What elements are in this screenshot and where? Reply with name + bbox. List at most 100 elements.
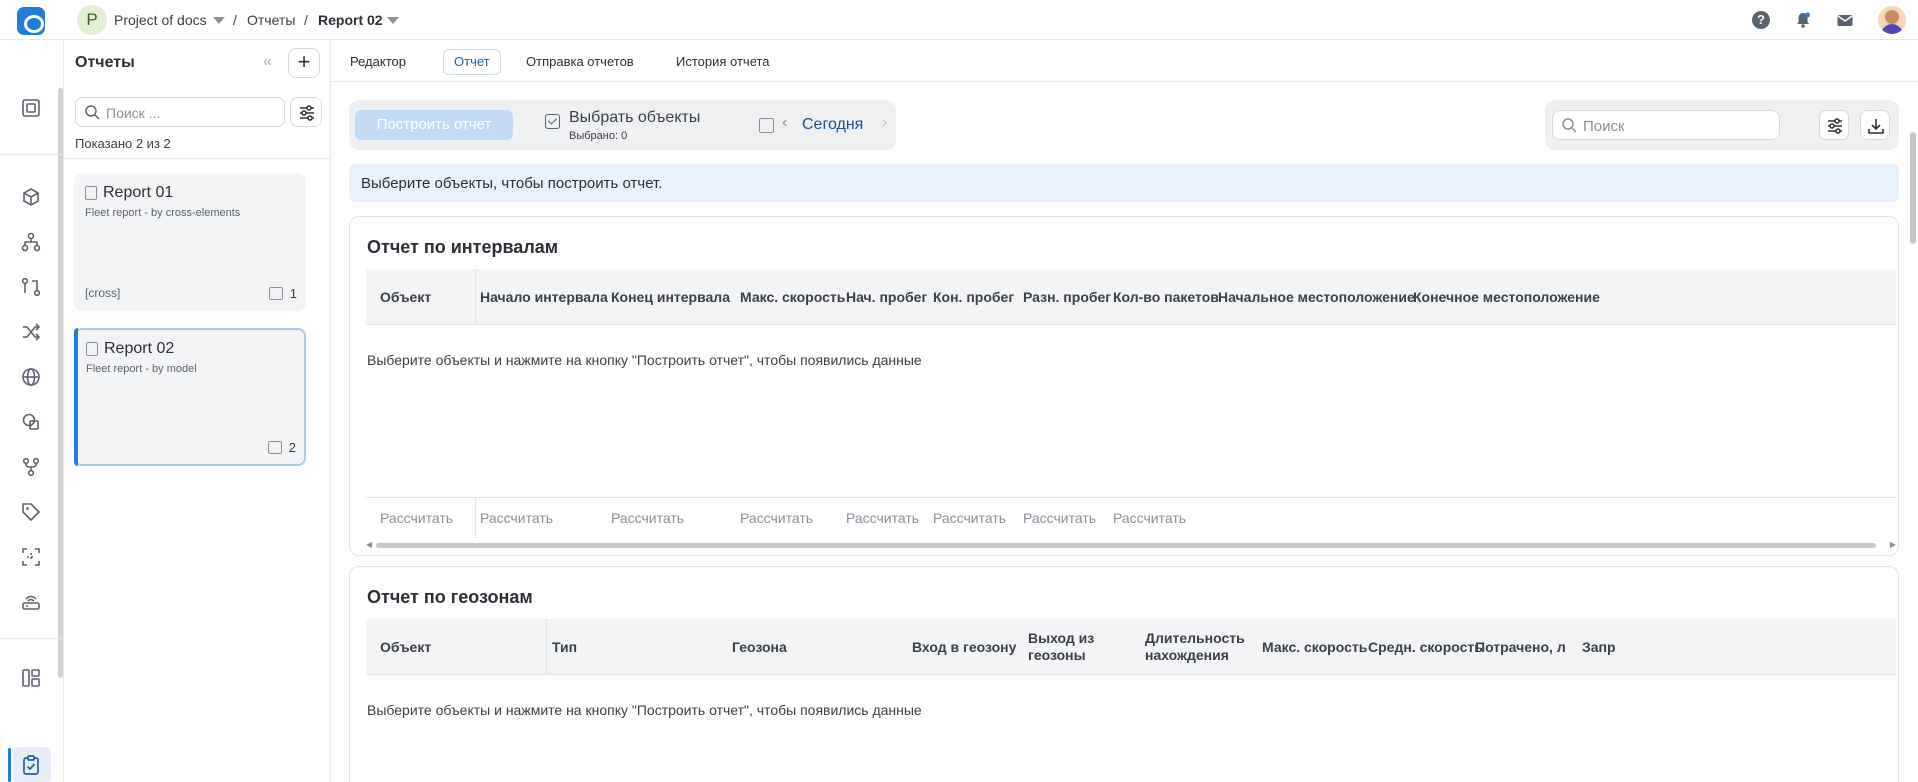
column-header[interactable]: Запр: [1582, 619, 1616, 675]
column-header[interactable]: Начало интервала: [480, 269, 608, 325]
column-divider: [475, 498, 476, 538]
tab-editor[interactable]: Редактор: [339, 49, 417, 75]
column-header[interactable]: Вход в геозону: [912, 619, 1016, 675]
calculate-button[interactable]: Рассчитать: [1023, 510, 1096, 526]
collapse-panel-icon[interactable]: «: [263, 54, 281, 70]
breadcrumb-section[interactable]: Отчеты: [247, 12, 295, 28]
build-report-button[interactable]: Построить отчет: [355, 110, 513, 140]
date-range-picker[interactable]: Сегодня: [802, 116, 863, 134]
clipboard-check-icon[interactable]: [20, 754, 42, 776]
tab-report-sending[interactable]: Отправка отчетов: [515, 49, 645, 75]
report-search-box[interactable]: [75, 97, 285, 127]
calculate-button[interactable]: Рассчитать: [846, 510, 919, 526]
scan-icon[interactable]: [20, 546, 42, 568]
rail-divider: [0, 154, 64, 155]
column-header[interactable]: Средн. скорость: [1368, 619, 1483, 675]
table-header: Объект Начало интервала Конец интервала …: [366, 269, 1896, 325]
column-header[interactable]: Макс. скорость: [740, 269, 845, 325]
breadcrumb-project[interactable]: Project of docs: [114, 12, 207, 28]
mail-icon[interactable]: [1836, 11, 1854, 29]
globe-icon[interactable]: [20, 366, 42, 388]
breadcrumb-current: Report 02: [318, 12, 383, 28]
empty-table-message: Выберите объекты и нажмите на кнопку "По…: [367, 702, 922, 718]
section-title: Отчет по геозонам: [367, 587, 533, 607]
column-divider[interactable]: [475, 269, 476, 325]
left-rail: [0, 40, 64, 782]
calculate-button[interactable]: Рассчитать: [933, 510, 1006, 526]
git-compare-icon[interactable]: [20, 276, 42, 298]
bell-icon[interactable]: [1794, 11, 1812, 29]
report-card[interactable]: Report 01 Fleet report - by cross-elemen…: [74, 173, 306, 311]
calculate-button[interactable]: Рассчитать: [380, 510, 453, 526]
intervals-report-section: Отчет по интервалам Объект Начало интерв…: [349, 216, 1899, 556]
column-header[interactable]: Кон. пробег: [933, 269, 1014, 325]
report-toolbar: Построить отчет Выбрать объекты Выбрано:…: [349, 100, 896, 150]
calendar-icon: [269, 287, 283, 300]
tag-icon[interactable]: [20, 501, 42, 523]
main-scrollbar[interactable]: [1910, 132, 1916, 244]
calculate-button[interactable]: Рассчитать: [480, 510, 553, 526]
chevron-down-icon[interactable]: [387, 17, 399, 24]
monitor-icon[interactable]: [20, 97, 42, 119]
column-header[interactable]: Тип: [552, 619, 577, 675]
report-card-selected[interactable]: Report 02 Fleet report - by model 2: [74, 328, 306, 466]
chevron-down-icon[interactable]: [213, 17, 225, 24]
column-divider[interactable]: [546, 619, 547, 675]
column-header[interactable]: Объект: [380, 269, 431, 325]
tab-report[interactable]: Отчет: [443, 49, 501, 75]
table-header: Объект Тип Геозона Вход в геозону Выход …: [366, 619, 1896, 675]
table-search-input[interactable]: [1583, 116, 1773, 136]
help-icon[interactable]: ?: [1752, 11, 1770, 29]
column-header[interactable]: Объект: [380, 619, 431, 675]
download-button[interactable]: [1860, 110, 1890, 140]
column-header[interactable]: Разн. пробег: [1023, 269, 1111, 325]
sliders-icon: [300, 105, 314, 121]
shuffle-icon[interactable]: [20, 321, 42, 343]
rail-divider: [0, 638, 64, 639]
chevron-right-icon[interactable]: ›: [882, 114, 887, 132]
scroll-left-icon[interactable]: ◀: [366, 540, 372, 549]
app-logo-icon[interactable]: [17, 7, 45, 35]
calendar-icon[interactable]: [759, 118, 774, 133]
column-header[interactable]: Конечное местоположение: [1413, 269, 1600, 325]
info-banner: Выберите объекты, чтобы построить отчет.: [349, 164, 1899, 202]
git-fork-icon[interactable]: [20, 456, 42, 478]
cube-icon[interactable]: [20, 186, 42, 208]
table-settings-button[interactable]: [1819, 110, 1849, 140]
horizontal-scrollbar[interactable]: ◀ ▶: [366, 540, 1896, 550]
report-icon: [86, 342, 98, 356]
report-title: Report 01: [103, 184, 174, 201]
calculate-button[interactable]: Рассчитать: [611, 510, 684, 526]
shapes-icon[interactable]: [20, 411, 42, 433]
breadcrumb-separator: /: [304, 12, 308, 28]
top-bar: P Project of docs / Отчеты / Report 02 ?: [0, 0, 1918, 40]
column-header[interactable]: Кол-во пакетов: [1113, 269, 1219, 325]
column-header[interactable]: Длительность нахождения: [1145, 619, 1245, 675]
filter-button[interactable]: [290, 97, 322, 127]
report-schedule-count: 2: [288, 440, 296, 455]
user-avatar[interactable]: [1878, 6, 1906, 34]
calculate-button[interactable]: Рассчитать: [740, 510, 813, 526]
column-header[interactable]: Геозона: [732, 619, 787, 675]
calculate-button[interactable]: Рассчитать: [1113, 510, 1186, 526]
search-icon: [85, 105, 100, 120]
add-report-button[interactable]: +: [288, 48, 320, 78]
column-header[interactable]: Начальное местоположение: [1218, 269, 1415, 325]
router-icon[interactable]: [20, 591, 42, 613]
column-header[interactable]: Макс. скорость: [1262, 619, 1367, 675]
hierarchy-icon[interactable]: [20, 231, 42, 253]
scrollbar-thumb[interactable]: [376, 543, 1876, 548]
rail-scrollbar[interactable]: [58, 88, 63, 678]
tab-report-history[interactable]: История отчета: [665, 49, 781, 75]
table-search-box[interactable]: [1552, 110, 1780, 140]
report-search-input[interactable]: [106, 103, 276, 123]
column-header[interactable]: Потрачено, л: [1475, 619, 1566, 675]
project-avatar[interactable]: P: [77, 5, 107, 35]
scroll-right-icon[interactable]: ▶: [1890, 540, 1896, 549]
layout-icon[interactable]: [20, 667, 42, 689]
report-schedule-count: 1: [289, 286, 297, 301]
column-header[interactable]: Выход из геозоны: [1028, 619, 1128, 675]
chevron-left-icon[interactable]: ‹: [782, 114, 787, 132]
column-header[interactable]: Конец интервала: [611, 269, 730, 325]
column-header[interactable]: Нач. пробег: [846, 269, 927, 325]
